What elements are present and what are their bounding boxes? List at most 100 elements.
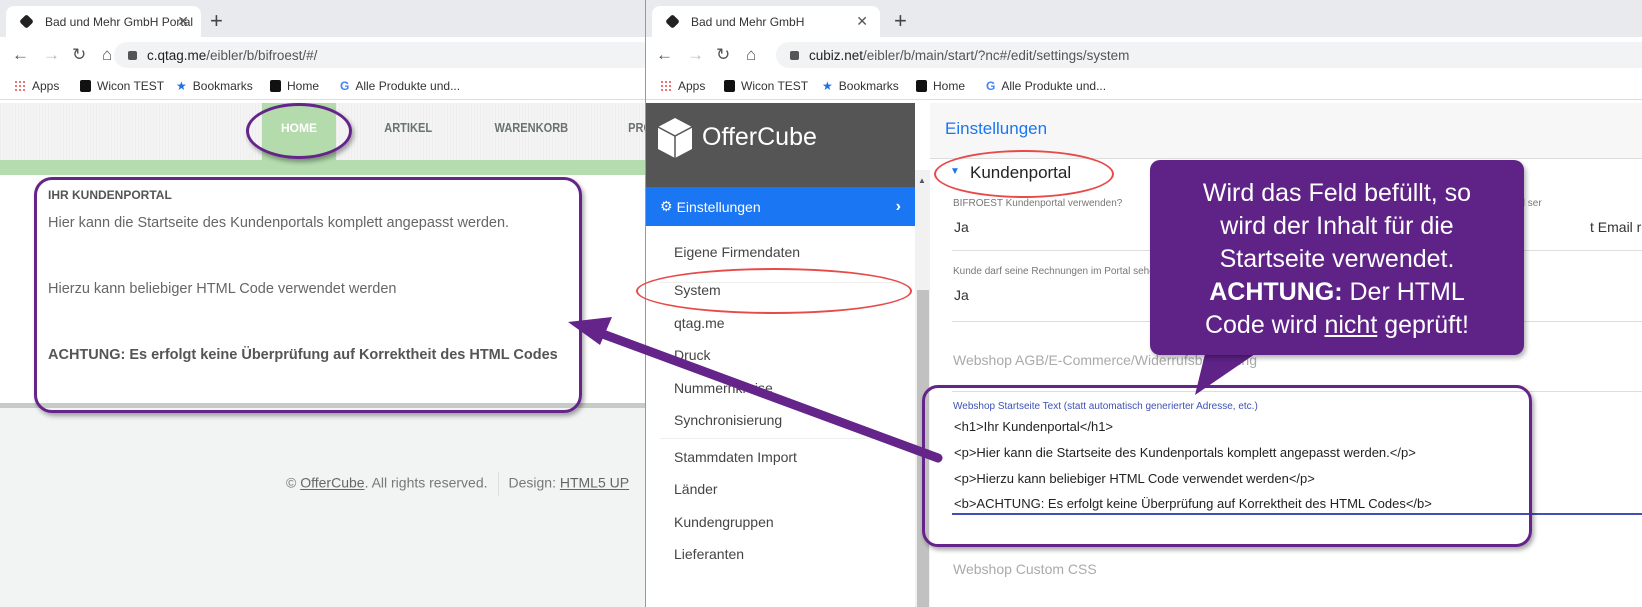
star-icon: ★ [176,79,187,93]
home-icon[interactable]: ⌂ [746,45,756,65]
reload-icon[interactable]: ↻ [716,45,730,65]
sidebar-item-nummernkreise[interactable]: Nummernkreise [674,380,773,396]
tab-title: Bad und Mehr GmbH [691,14,805,29]
cube-icon [916,80,927,92]
bookmark-home[interactable]: Home [270,79,319,93]
callout-underline: nicht [1324,311,1378,339]
callout-text: Der HTML [1342,278,1465,306]
sidebar-item-qtag[interactable]: qtag.me [674,315,725,331]
css-field[interactable]: Webshop Custom CSS [953,561,1097,577]
right-address-bar: ← → ↻ ⌂ cubiz.net/eibler/b/main/start/?n… [646,37,1642,72]
sidebar-item-synchronisierung[interactable]: Synchronisierung [674,412,782,428]
sidebar-item-import[interactable]: Stammdaten Import [674,449,797,465]
offercube-link[interactable]: OfferCube [300,475,364,491]
annotation-ellipse-kundenportal [934,150,1114,198]
app-header: OfferCube [646,103,915,187]
close-tab-icon[interactable]: ✕ [856,13,868,30]
bookmark-wicon[interactable]: Wicon TEST [80,79,164,93]
bookmark-label: Bookmarks [192,79,253,93]
left-address-bar: ← → ↻ ⌂ c.qtag.me/eibler/b/bifroest/#/ [0,37,654,72]
callout-bubble: Wird das Feld befüllt, so wird der Inhal… [1150,160,1524,355]
html5up-link[interactable]: HTML5 UP [560,475,629,491]
back-icon[interactable]: ← [12,45,29,65]
back-icon[interactable]: ← [656,45,673,65]
bookmark-wicon[interactable]: Wicon TEST [724,79,808,93]
new-tab-icon[interactable]: + [894,8,907,34]
bookmark-label: Apps [32,79,60,93]
lock-icon [128,50,137,60]
left-tab[interactable]: Bad und Mehr GmbH Portal ✕ [6,6,201,37]
right-bookmarks-bar: Apps Wicon TEST ★ Bookmarks Home G Alle Pr… [646,72,1642,100]
sidebar-item-lieferanten[interactable]: Lieferanten [674,546,744,562]
url-input[interactable]: cubiz.net/eibler/b/main/start/?nc#/edit/… [776,42,1642,68]
annotation-ellipse-home [246,103,352,159]
bookmark-home[interactable]: Home [916,79,965,93]
copyright: © [286,474,297,491]
cube-icon [80,80,91,92]
tab-title: Bad und Mehr GmbH Portal [45,14,194,29]
callout-bold: ACHTUNG: [1209,278,1343,306]
nav-artikel[interactable]: ARTIKEL [384,103,432,160]
bookmark-bookmarks[interactable]: ★ Bookmarks [176,79,253,93]
favicon-icon [665,14,680,29]
forward-icon[interactable]: → [687,45,704,65]
right-tab-bar: Bad und Mehr GmbH ✕ + [646,0,1642,37]
url-host: cubiz.net [809,47,864,63]
bookmark-label: Wicon TEST [97,79,165,93]
design-label: Design: [508,474,556,491]
bookmark-label: Home [933,79,966,93]
annotation-box-portal [34,177,582,413]
app-name: OfferCube [702,123,817,151]
forward-icon[interactable]: → [43,45,60,65]
portal-footer: © OfferCube. All rights reserved. Design:… [0,403,645,607]
apps-icon [660,80,672,92]
sidebar-einstellungen[interactable]: ⚙ Einstellungen › [646,187,915,226]
new-tab-icon[interactable]: + [210,8,223,34]
sidebar-item-kundengruppen[interactable]: Kundengruppen [674,514,774,530]
callout-text: wird der Inhalt für die [1220,212,1454,240]
bookmark-bookmarks[interactable]: ★ Bookmarks [822,79,899,93]
cube-icon [724,80,735,92]
page-title: Einstellungen [945,119,1048,138]
bookmark-apps[interactable]: Apps [660,79,705,93]
google-icon: G [986,79,996,93]
chevron-right-icon: › [895,197,901,215]
bookmark-label: Bookmarks [838,79,899,93]
left-bookmarks-bar: Apps Wicon TEST ★ Bookmarks Home G Alle Pr… [0,72,645,100]
email-field[interactable]: t Email r [1590,219,1641,235]
field-label: Kunde darf seine Rechnungen im Portal se… [953,266,1161,277]
star-icon: ★ [822,79,833,93]
nav-stripe [0,160,645,175]
nav-warenkorb[interactable]: WARENKORB [495,103,569,160]
cube-icon [270,80,281,92]
bookmark-google[interactable]: G Alle Produkte und... [986,79,1106,93]
reload-icon[interactable]: ↻ [72,45,86,65]
close-tab-icon[interactable]: ✕ [177,13,189,30]
bookmark-label: Apps [678,79,706,93]
url-path: /eibler/b/bifroest/#/ [206,47,318,63]
apps-icon [14,80,26,92]
callout-text: geprüft! [1377,311,1470,339]
favicon-icon [19,14,34,29]
sidebar-active-label: Einstellungen [676,198,761,215]
bifroest-select[interactable]: Ja [954,219,969,235]
bookmark-label: Alle Produkte und... [1001,79,1107,93]
bookmark-google[interactable]: G Alle Produkte und... [340,79,460,93]
field-label: BIFROEST Kundenportal verwenden? [953,198,1123,209]
rechnungen-select[interactable]: Ja [954,287,969,303]
callout-text: Code wird [1204,311,1325,339]
bookmark-label: Home [287,79,320,93]
home-icon[interactable]: ⌂ [102,45,112,65]
sidebar-item-laender[interactable]: Länder [674,481,718,497]
right-tab[interactable]: Bad und Mehr GmbH ✕ [652,6,880,37]
sidebar-item-druck[interactable]: Druck [674,347,711,363]
bookmark-apps[interactable]: Apps [14,79,59,93]
callout-text: Wird das Feld befüllt, so [1202,179,1472,207]
bookmark-label: Wicon TEST [741,79,809,93]
google-icon: G [340,79,350,93]
sidebar-item-firmendaten[interactable]: Eigene Firmendaten [674,244,800,260]
url-input[interactable]: c.qtag.me/eibler/b/bifroest/#/ [114,42,654,68]
cube-logo-icon [657,118,693,158]
url-host: c.qtag.me [147,47,207,63]
annotation-box-textarea [922,385,1532,547]
